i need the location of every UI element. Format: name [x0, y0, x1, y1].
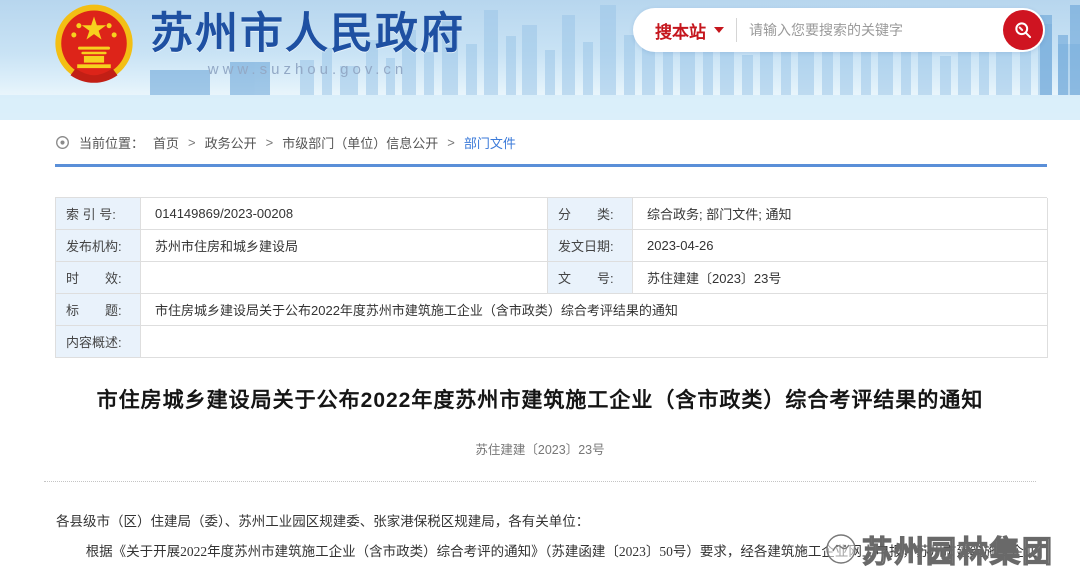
- article-paragraph: 根据《关于开展2022年度苏州市建筑施工企业（含市政类）综合考评的通知》（苏建函…: [56, 537, 1042, 573]
- meta-value-title: 市住房城乡建设局关于公布2022年度苏州市建筑施工企业（含市政类）综合考评结果的…: [141, 294, 1048, 326]
- search-scope-dropdown[interactable]: 搜本站: [633, 18, 724, 43]
- article-title: 市住房城乡建设局关于公布2022年度苏州市建筑施工企业（含市政类）综合考评结果的…: [0, 384, 1080, 414]
- meta-label-index: 索 引 号:: [56, 198, 141, 230]
- breadcrumb-separator: >: [188, 135, 196, 150]
- meta-value-date: 2023-04-26: [633, 230, 1048, 262]
- breadcrumb-divider: [55, 164, 1047, 167]
- meta-value-docno: 苏住建建〔2023〕23号: [633, 262, 1048, 294]
- breadcrumb: 当前位置： 首页 > 政务公开 > 市级部门（单位）信息公开 > 部门文件: [0, 120, 1080, 164]
- meta-value-agency: 苏州市住房和城乡建设局: [141, 230, 548, 262]
- meta-label-summary: 内容概述:: [56, 326, 141, 358]
- meta-label-date: 发文日期:: [548, 230, 633, 262]
- breadcrumb-separator: >: [266, 135, 274, 150]
- meta-label-category: 分 类:: [548, 198, 633, 230]
- meta-label-docno: 文 号:: [548, 262, 633, 294]
- document-meta-table: 索 引 号: 014149869/2023-00208 分 类: 综合政务; 部…: [55, 197, 1047, 358]
- site-title-wrap: 苏州市人民政府 www.suzhou.gov.cn: [150, 1, 465, 78]
- search-scope-label: 搜本站: [655, 18, 706, 43]
- article-salutation: 各县级市（区）住建局（委）、苏州工业园区规建委、张家港保税区规建局，各有关单位：: [56, 507, 1042, 537]
- location-icon: [55, 135, 70, 150]
- article-divider: [44, 481, 1036, 482]
- search-divider: [736, 18, 737, 42]
- search-button[interactable]: [1003, 10, 1043, 50]
- search-input[interactable]: [749, 22, 1003, 38]
- breadcrumb-item-department-disclosure[interactable]: 市级部门（单位）信息公开: [282, 133, 438, 152]
- meta-label-title: 标 题:: [56, 294, 141, 326]
- search-bar: 搜本站: [633, 8, 1045, 52]
- meta-value-category: 综合政务; 部门文件; 通知: [633, 198, 1048, 230]
- meta-label-agency: 发布机构:: [56, 230, 141, 262]
- breadcrumb-item-home[interactable]: 首页: [153, 133, 179, 152]
- breadcrumb-item-gov-info[interactable]: 政务公开: [205, 133, 257, 152]
- breadcrumb-label: 当前位置：: [79, 133, 144, 152]
- breadcrumb-item-department-files[interactable]: 部门文件: [464, 133, 516, 152]
- search-icon: [1013, 20, 1033, 40]
- site-title: 苏州市人民政府: [150, 10, 465, 59]
- breadcrumb-separator: >: [447, 135, 455, 150]
- article-body: 各县级市（区）住建局（委）、苏州工业园区规建委、张家港保税区规建局，各有关单位：…: [56, 507, 1042, 573]
- caret-down-icon: [714, 27, 724, 33]
- meta-value-index: 014149869/2023-00208: [141, 198, 548, 230]
- site-header: 苏州市人民政府 www.suzhou.gov.cn 搜本站: [0, 0, 1080, 120]
- site-url: www.suzhou.gov.cn: [150, 61, 465, 78]
- meta-value-summary: [141, 326, 1048, 358]
- page: 苏州市人民政府 www.suzhou.gov.cn 搜本站: [0, 0, 1080, 573]
- meta-label-validity: 时 效:: [56, 262, 141, 294]
- meta-value-validity: [141, 262, 548, 294]
- article-doc-number: 苏住建建〔2023〕23号: [0, 439, 1080, 458]
- site-logo-block: 苏州市人民政府 www.suzhou.gov.cn: [52, 1, 465, 87]
- national-emblem-icon: [52, 3, 136, 87]
